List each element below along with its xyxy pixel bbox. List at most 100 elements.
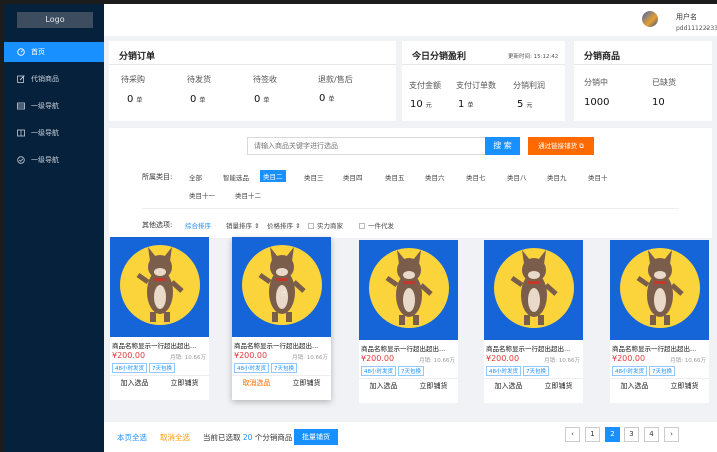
stat-value[interactable]: 1000 xyxy=(584,97,609,108)
sidebar-item-label: 一级导航 xyxy=(31,156,59,164)
page-button[interactable]: 1 xyxy=(585,427,600,442)
category-all[interactable]: 全部 xyxy=(186,171,205,183)
product-image[interactable] xyxy=(359,240,458,340)
sort-price[interactable]: 价格排序 ⇕ xyxy=(267,220,301,230)
prev-page-button[interactable]: ‹ xyxy=(565,427,580,442)
add-to-selection-button[interactable]: 加入选品 xyxy=(110,375,159,389)
product-image[interactable] xyxy=(484,240,583,340)
category-6[interactable]: 类目六 xyxy=(422,171,448,183)
product-price: ¥200.00 xyxy=(612,354,646,363)
category-8[interactable]: 类目八 xyxy=(504,171,530,183)
category-4[interactable]: 类目四 xyxy=(340,171,366,183)
product-price: ¥200.00 xyxy=(234,351,268,360)
sort-comprehensive[interactable]: 综合排序 xyxy=(185,220,211,230)
product-name[interactable]: 商品名称显示一行超出超出... xyxy=(361,343,456,353)
avatar[interactable] xyxy=(642,11,658,27)
sort-sales[interactable]: 销量排序 ⇕ xyxy=(226,220,260,230)
distribute-now-button[interactable]: 立即铺货 xyxy=(409,378,458,392)
sidebar-item-label: 代销商品 xyxy=(31,75,59,83)
sidebar-item-nav-1[interactable]: 一级导航 xyxy=(4,96,104,116)
cancel-selection-button[interactable]: 取消选品 xyxy=(232,375,281,389)
stat-value[interactable]: 0单 xyxy=(190,94,205,105)
product-name[interactable]: 商品名称显示一行超出超出... xyxy=(612,343,707,353)
product-tag: 48小时发货 xyxy=(112,363,147,373)
next-page-button[interactable]: › xyxy=(664,427,679,442)
stat-value[interactable]: 0单 xyxy=(319,93,334,104)
stat-label: 支付金额 xyxy=(409,81,441,90)
goods-card: 分销商品 分销中 1000 已缺货 10 xyxy=(574,41,712,121)
product-card[interactable]: 商品名称显示一行超出超出... ¥200.00 月销: 10.66万 48小时发… xyxy=(359,240,458,403)
corgi-illustration xyxy=(494,248,574,328)
add-to-selection-button[interactable]: 加入选品 xyxy=(484,378,533,392)
selected-summary: 当前已选取 20 个分销商品 xyxy=(203,433,293,442)
distribute-now-button[interactable]: 立即铺货 xyxy=(160,375,209,389)
stat-label: 待签收 xyxy=(253,75,277,84)
page-button[interactable]: 4 xyxy=(644,427,659,442)
category-smart[interactable]: 智能选品 xyxy=(220,171,252,183)
search-input[interactable] xyxy=(247,137,487,155)
strong-merchant-checkbox[interactable]: 实力商家 xyxy=(308,220,343,230)
distribute-now-button[interactable]: 立即铺货 xyxy=(660,378,709,392)
product-card[interactable]: 商品名称显示一行超出超出... ¥200.00 月销: 10.66万 48小时发… xyxy=(110,237,209,400)
user-name[interactable]: 用户名 xyxy=(676,12,697,22)
stat-label: 分销中 xyxy=(584,78,608,87)
page-button-current[interactable]: 2 xyxy=(605,427,620,442)
stat-value[interactable]: 10 xyxy=(652,97,665,108)
divider xyxy=(402,64,565,65)
divider xyxy=(574,64,712,65)
edit-icon xyxy=(17,75,25,83)
category-10[interactable]: 类目十 xyxy=(585,171,611,183)
category-3[interactable]: 类目三 xyxy=(301,171,327,183)
category-2[interactable]: 类目二 xyxy=(260,170,286,182)
stat-value[interactable]: 0单 xyxy=(127,94,142,105)
app-window: Logo 首页 代销商品 一级导航 一级导航 一级导航 用户名 pdd11122… xyxy=(4,4,717,452)
product-card[interactable]: 商品名称显示一行超出超出... ¥200.00 月销: 10.66万 48小时发… xyxy=(610,240,709,403)
search-button[interactable]: 搜 索 xyxy=(485,137,520,155)
product-name[interactable]: 商品名称显示一行超出超出... xyxy=(112,340,207,350)
category-11[interactable]: 类目十一 xyxy=(186,189,218,201)
product-price: ¥200.00 xyxy=(486,354,520,363)
sidebar-item-label: 一级导航 xyxy=(31,102,59,110)
product-name[interactable]: 商品名称显示一行超出超出... xyxy=(486,343,581,353)
corgi-illustration xyxy=(120,245,200,325)
category-5[interactable]: 类目五 xyxy=(382,171,408,183)
divider xyxy=(109,64,396,65)
category-label: 所属类目: xyxy=(142,173,173,181)
link-import-button[interactable]: 通过链接铺货 ⧉ xyxy=(528,137,594,155)
category-7[interactable]: 类目七 xyxy=(463,171,489,183)
product-image[interactable]: ☝ xyxy=(232,237,331,337)
sidebar-item-nav-3[interactable]: 一级导航 xyxy=(4,150,104,170)
top-header: 用户名 pdd111222333 ⌄ xyxy=(104,4,717,36)
bottom-action-bar: 本页全选 取消全选 当前已选取 20 个分销商品 批量铺货 ‹ 1 2 3 4 … xyxy=(104,422,717,452)
add-to-selection-button[interactable]: 加入选品 xyxy=(610,378,659,392)
select-page-link[interactable]: 本页全选 xyxy=(117,432,147,443)
stat-value[interactable]: 0单 xyxy=(254,94,269,105)
product-card[interactable]: 商品名称显示一行超出超出... ¥200.00 月销: 10.66万 48小时发… xyxy=(484,240,583,403)
sidebar-item-nav-2[interactable]: 一级导航 xyxy=(4,123,104,143)
sidebar-item-label: 一级导航 xyxy=(31,129,59,137)
category-12[interactable]: 类目十二 xyxy=(232,189,264,201)
product-image[interactable] xyxy=(610,240,709,340)
stat-label: 待采购 xyxy=(121,75,145,84)
category-9[interactable]: 类目九 xyxy=(544,171,570,183)
distribute-now-button[interactable]: 立即铺货 xyxy=(282,375,331,389)
product-image[interactable] xyxy=(110,237,209,337)
page-button[interactable]: 3 xyxy=(624,427,639,442)
user-account[interactable]: pdd111222333 xyxy=(676,25,717,32)
product-card[interactable]: ☝ 商品名称显示一行超出超出... ¥200.00 月销: 10.66万 48小… xyxy=(232,237,331,400)
cancel-all-link[interactable]: 取消全选 xyxy=(160,432,190,443)
corgi-illustration xyxy=(242,245,322,325)
update-time: 更新时间: 15:12:42 xyxy=(508,54,559,60)
product-name[interactable]: 商品名称显示一行超出超出... xyxy=(234,340,329,350)
dropship-checkbox[interactable]: 一件代发 xyxy=(359,220,394,230)
sidebar-item-home[interactable]: 首页 xyxy=(4,42,104,62)
chevron-down-icon[interactable]: ⌄ xyxy=(704,23,710,31)
product-tag: 7天包换 xyxy=(649,366,675,376)
add-to-selection-button[interactable]: 加入选品 xyxy=(359,378,408,392)
sidebar-item-label: 首页 xyxy=(31,48,45,56)
batch-distribute-button[interactable]: 批量铺货 xyxy=(294,429,338,445)
sidebar-item-consignment[interactable]: 代销商品 xyxy=(4,69,104,89)
corgi-illustration xyxy=(620,248,700,328)
logo: Logo xyxy=(17,12,93,28)
distribute-now-button[interactable]: 立即铺货 xyxy=(534,378,583,392)
